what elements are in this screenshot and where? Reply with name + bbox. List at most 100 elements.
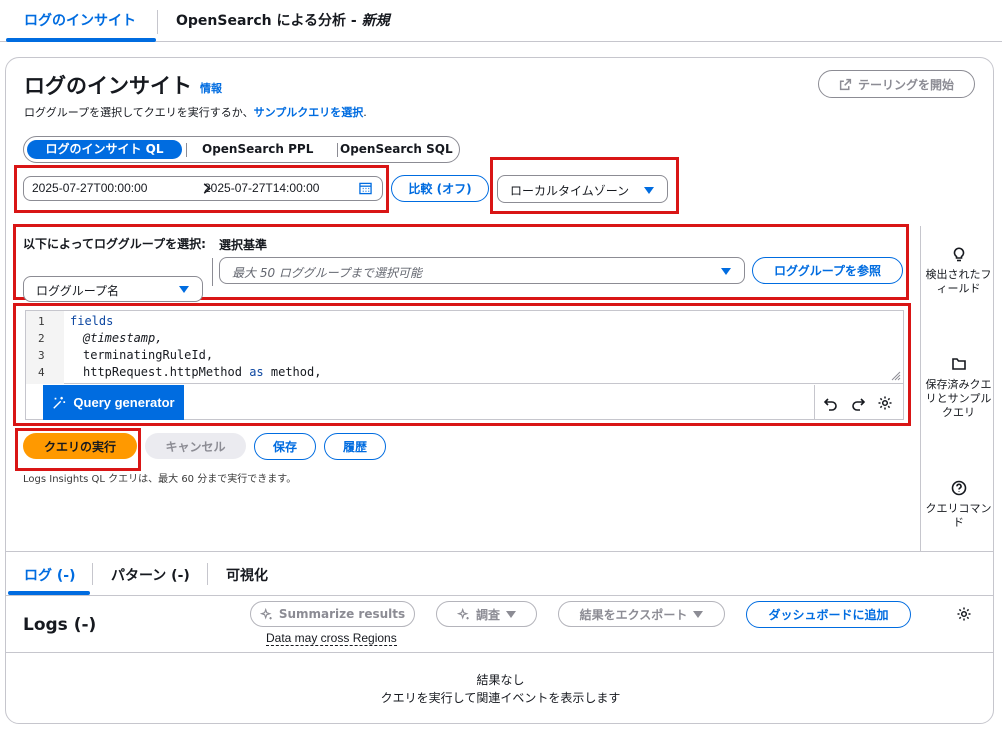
criteria-placeholder: 最大 50 ロググループまで選択可能 xyxy=(232,266,422,280)
tab-opensearch-label: OpenSearch による分析 - xyxy=(176,13,362,29)
side-panel: 検出されたフィールド 保存済みクエリとサンプルクエリ クエリコマンド xyxy=(920,226,993,551)
results-divider xyxy=(6,551,993,552)
date-range-picker[interactable]: 2025-07-27T00:00:00 2025-07-27T14:00:00 xyxy=(23,176,383,201)
segment-opensearch-sql[interactable]: OpenSearch SQL xyxy=(340,140,453,159)
export-results-label: 結果をエクスポート xyxy=(579,607,688,622)
caret-down-icon xyxy=(693,610,704,618)
calendar-icon[interactable] xyxy=(359,182,372,195)
query-commands-button[interactable]: クエリコマンド xyxy=(921,480,993,530)
code-line-4: httpRequest.httpMethod as method, xyxy=(83,365,321,379)
line-number: 3 xyxy=(38,349,45,362)
compare-button[interactable]: 比較 (オフ) xyxy=(391,175,489,202)
query-editor: 1 2 3 4 fields @timestamp, terminatingRu… xyxy=(25,310,904,420)
sample-query-link[interactable]: サンプルクエリを選択 xyxy=(254,106,364,119)
tab-logs[interactable]: ログ (-) xyxy=(24,565,75,585)
tab-divider xyxy=(157,10,158,34)
editor-toolbar xyxy=(814,385,903,420)
cancel-button[interactable]: キャンセル xyxy=(145,433,246,459)
sparkle-icon xyxy=(259,607,272,619)
query-time-limit-note: Logs Insights QL クエリは、最大 60 分まで実行できます。 xyxy=(23,474,297,485)
log-group-mode-value: ロググループ名 xyxy=(36,284,120,298)
description-text: ロググループを選択してクエリを実行するか、 xyxy=(24,106,254,119)
code-line-2: @timestamp, xyxy=(83,331,163,345)
page-title: ログのインサイト xyxy=(24,74,192,98)
undo-icon[interactable] xyxy=(823,395,839,411)
query-commands-label: クエリコマンド xyxy=(925,502,992,529)
caret-down-icon xyxy=(506,610,516,618)
start-datetime[interactable]: 2025-07-27T00:00:00 xyxy=(32,181,147,195)
resize-handle-icon[interactable] xyxy=(891,371,901,381)
tab-divider xyxy=(207,563,208,585)
tab-divider xyxy=(92,563,93,585)
investigate-label: 調査 xyxy=(475,607,500,622)
folder-icon xyxy=(951,358,966,370)
run-query-button[interactable]: クエリの実行 xyxy=(23,433,137,459)
top-tabs: ログのインサイト OpenSearch による分析 - 新規 xyxy=(0,0,1002,42)
investigate-button[interactable]: 調査 xyxy=(436,601,537,627)
saved-queries-label: 保存済みクエリとサンプルクエリ xyxy=(925,378,992,419)
query-generator-label: Query generator xyxy=(73,395,175,410)
timezone-value: ローカルタイムゾーン xyxy=(510,184,630,198)
selection-criteria-label: 選択基準 xyxy=(219,238,268,252)
tab-log-insights[interactable]: ログのインサイト xyxy=(24,10,136,30)
summarize-results-label: Summarize results xyxy=(278,607,406,621)
segment-divider xyxy=(337,143,338,157)
log-group-criteria-select[interactable]: 最大 50 ロググループまで選択可能 xyxy=(219,257,745,284)
add-to-dashboard-button[interactable]: ダッシュボードに追加 xyxy=(746,601,911,628)
redo-icon[interactable] xyxy=(850,395,866,411)
results-table-divider xyxy=(6,652,993,653)
code-token: method, xyxy=(270,365,322,379)
lightbulb-icon xyxy=(953,247,964,262)
timezone-select[interactable]: ローカルタイムゾーン xyxy=(497,175,668,203)
tab-patterns[interactable]: パターン (-) xyxy=(111,565,190,585)
summarize-results-button[interactable]: Summarize results xyxy=(250,601,415,627)
line-number: 2 xyxy=(38,332,45,345)
description-suffix: . xyxy=(363,106,367,119)
settings-gear-icon[interactable] xyxy=(956,606,972,622)
query-generator-button[interactable]: Query generator xyxy=(43,385,184,420)
log-group-mode-select[interactable]: ロググループ名 xyxy=(23,276,203,302)
info-link[interactable]: 情報 xyxy=(200,80,222,96)
export-results-button[interactable]: 結果をエクスポート xyxy=(558,601,725,627)
sparkle-icon xyxy=(456,607,469,619)
code-token: httpRequest.httpMethod xyxy=(83,365,242,379)
code-line-1: fields xyxy=(70,314,114,328)
start-tailing-button[interactable]: テーリングを開始 xyxy=(818,70,975,98)
segment-opensearch-ppl[interactable]: OpenSearch PPL xyxy=(202,140,313,159)
tab-new-label: 新規 xyxy=(361,13,390,29)
tab-opensearch-analysis[interactable]: OpenSearch による分析 - 新規 xyxy=(176,10,390,30)
start-tailing-label: テーリングを開始 xyxy=(857,77,954,92)
caret-down-icon xyxy=(179,286,189,293)
discovered-fields-label: 検出されたフィールド xyxy=(925,268,992,295)
empty-state-title: 結果なし xyxy=(476,673,525,687)
line-number: 4 xyxy=(38,366,45,379)
help-circle-icon xyxy=(951,480,966,496)
line-number: 1 xyxy=(38,315,45,328)
saved-queries-button[interactable]: 保存済みクエリとサンプルクエリ xyxy=(921,356,993,420)
field-divider xyxy=(212,258,213,286)
line-number-gutter: 1 2 3 4 xyxy=(26,311,64,384)
external-link-icon xyxy=(839,78,852,90)
caret-down-icon xyxy=(721,268,731,275)
caret-down-icon xyxy=(644,187,654,194)
log-insights-panel: ログのインサイト 情報 ロググループを選択してクエリを実行するか、サンプルクエリ… xyxy=(5,57,994,724)
discovered-fields-button[interactable]: 検出されたフィールド xyxy=(921,246,993,296)
code-keyword: as xyxy=(249,365,264,379)
query-language-selector: ログのインサイト QL OpenSearch PPL OpenSearch SQ… xyxy=(23,136,460,163)
history-button[interactable]: 履歴 xyxy=(324,433,386,460)
cross-regions-note[interactable]: Data may cross Regions xyxy=(266,631,397,646)
empty-state-description: クエリを実行して関連イベントを表示します xyxy=(380,691,621,705)
logs-heading: Logs (-) xyxy=(23,615,97,635)
browse-log-groups-button[interactable]: ロググループを参照 xyxy=(752,257,903,284)
page-description: ロググループを選択してクエリを実行するか、サンプルクエリを選択. xyxy=(24,104,367,120)
code-area[interactable]: 1 2 3 4 fields @timestamp, terminatingRu… xyxy=(26,311,903,384)
segment-logs-insights-ql[interactable]: ログのインサイト QL xyxy=(27,140,182,159)
segment-divider xyxy=(186,143,187,157)
settings-gear-icon[interactable] xyxy=(877,395,893,411)
magic-wand-icon xyxy=(53,396,66,409)
save-button[interactable]: 保存 xyxy=(254,433,316,460)
tab-visualization[interactable]: 可視化 xyxy=(226,565,268,585)
end-datetime[interactable]: 2025-07-27T14:00:00 xyxy=(204,181,319,195)
select-log-groups-label: 以下によってロググループを選択: xyxy=(23,237,206,251)
results-tab-line xyxy=(6,595,993,596)
